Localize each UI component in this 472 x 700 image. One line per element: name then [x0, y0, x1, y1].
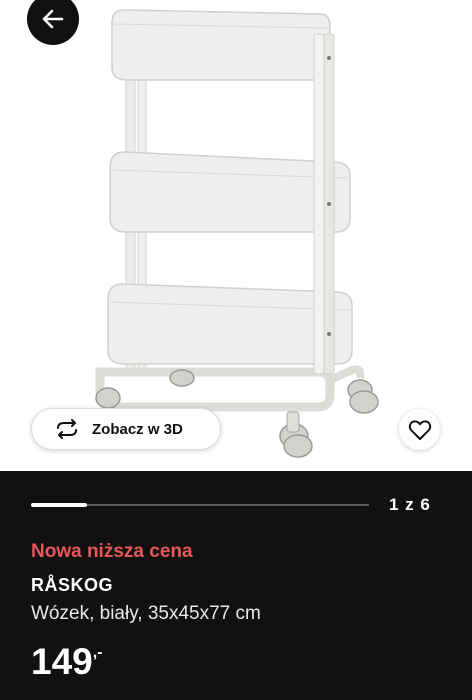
favorite-button[interactable]: [399, 409, 440, 450]
gallery-progress-fill: [31, 503, 88, 507]
heart-icon: [408, 419, 431, 440]
product-image: [95, 9, 379, 458]
product-name: RÅSKOG: [31, 575, 114, 595]
view-3d-button[interactable]: Zobacz w 3D: [31, 408, 221, 450]
price-badge: Nowa niższa cena: [31, 541, 193, 562]
product-description: Wózek, biały, 35x45x77 cm: [31, 603, 261, 624]
price-decimal: ,-: [92, 644, 103, 661]
rotate-arrows-icon: [57, 419, 77, 439]
gallery-page-counter: 1 z 6: [389, 495, 431, 514]
product-price: 149,-: [31, 643, 103, 680]
product-gallery[interactable]: Zobacz w 3D: [0, 0, 472, 471]
arrow-left-icon: [42, 9, 64, 29]
gallery-progress-bar: [31, 503, 369, 507]
product-info-panel: 1 z 6 Nowa niższa cena RÅSKOG Wózek, bia…: [0, 471, 472, 700]
view-3d-label: Zobacz w 3D: [92, 420, 183, 438]
price-main: 149: [31, 641, 93, 682]
